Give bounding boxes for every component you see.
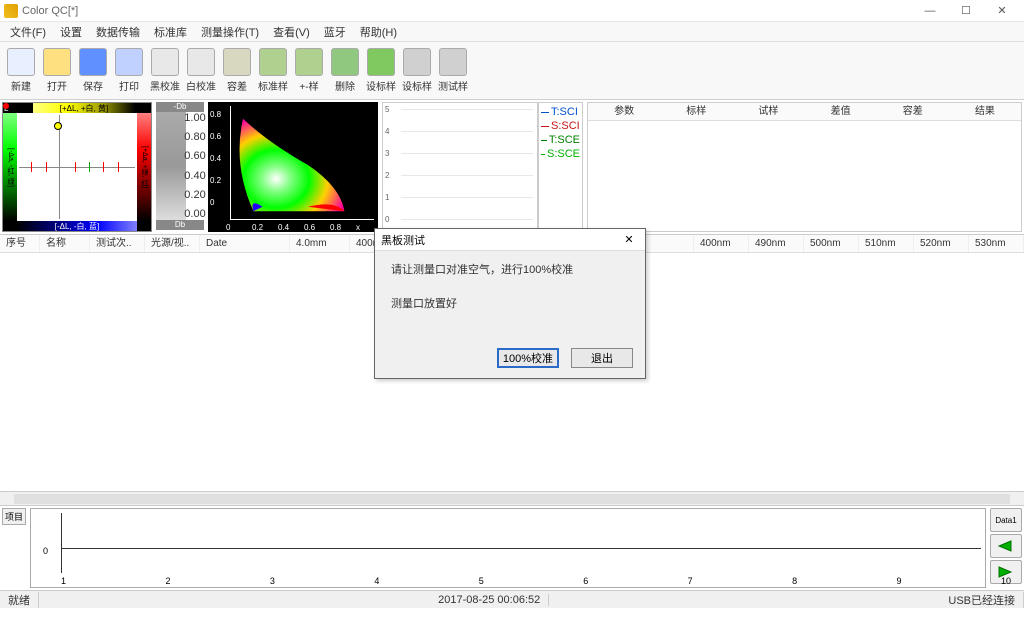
toolbtn-2[interactable]: 保存	[76, 44, 110, 98]
dialog-line1: 请让测量口对准空气，进行100%校准	[391, 261, 629, 277]
chart-tab[interactable]: 项目	[2, 508, 26, 525]
dialog-title: 黑板测试	[381, 232, 619, 248]
data-select-button[interactable]: Data1	[990, 508, 1022, 532]
tolerance-dot	[3, 103, 9, 109]
toolbtn-3[interactable]: 打印	[112, 44, 146, 98]
toolbtn-1[interactable]: 打开	[40, 44, 74, 98]
lab-color-panel: L[+ΔL, +白, 黄] [-Δa, -红, 绿] [+Δa, +绿, 红] …	[2, 102, 152, 232]
exit-button[interactable]: 退出	[571, 348, 633, 368]
status-connection: USB已经连接	[940, 592, 1024, 608]
toolbtn-12[interactable]: 测试样	[436, 44, 470, 98]
calibrate-button[interactable]: 100%校准	[497, 348, 559, 368]
window-title: Color QC[*]	[22, 5, 912, 17]
app-icon	[4, 4, 18, 18]
menu-help[interactable]: 帮助(H)	[354, 24, 403, 40]
toolbtn-5[interactable]: 白校准	[184, 44, 218, 98]
db-panel: -Db 1.000.800.600.400.200.00 Db	[156, 102, 204, 232]
calibration-dialog: 黑板测试 ✕ 请让测量口对准空气，进行100%校准 测量口放置好 100%校准 …	[374, 228, 646, 379]
titlebar: Color QC[*] — ☐ ✕	[0, 0, 1024, 22]
cie-diagram: 0.80.60.40.2000.20.40.60.8x	[208, 102, 378, 232]
menubar: 文件(F) 设置 数据传输 标准库 测量操作(T) 查看(V) 蓝牙 帮助(H)	[0, 22, 1024, 42]
close-button[interactable]: ✕	[984, 2, 1020, 20]
toolbtn-0[interactable]: 新建	[4, 44, 38, 98]
bottom-chart: 项目 0 12345678910 Data1	[0, 505, 1024, 590]
status-time: 2017-08-25 00:06:52	[430, 594, 549, 606]
horizontal-scrollbar[interactable]	[0, 491, 1024, 505]
menu-measure[interactable]: 测量操作(T)	[195, 24, 265, 40]
menu-stdlib[interactable]: 标准库	[148, 24, 193, 40]
toolbtn-4[interactable]: 黑校准	[148, 44, 182, 98]
menu-view[interactable]: 查看(V)	[267, 24, 316, 40]
spectrum-panel: 543210 T:SCIS:SCIT:SCES:SCE	[382, 102, 583, 232]
toolbtn-6[interactable]: 容差	[220, 44, 254, 98]
menu-settings[interactable]: 设置	[54, 24, 88, 40]
dialog-close-icon[interactable]: ✕	[619, 233, 639, 246]
menu-data[interactable]: 数据传输	[90, 24, 146, 40]
toolbtn-7[interactable]: 标准样	[256, 44, 290, 98]
toolbtn-8[interactable]: +-样	[292, 44, 326, 98]
prev-button[interactable]	[990, 534, 1022, 558]
menu-bluetooth[interactable]: 蓝牙	[318, 24, 352, 40]
toolbtn-11[interactable]: 设标样	[400, 44, 434, 98]
dialog-line2: 测量口放置好	[391, 295, 629, 311]
toolbtn-9[interactable]: 删除	[328, 44, 362, 98]
statusbar: 就绪 2017-08-25 00:06:52 USB已经连接	[0, 590, 1024, 608]
toolbar: 新建打开保存打印黑校准白校准容差标准样+-样删除设标样设标样测试样	[0, 42, 1024, 100]
menu-file[interactable]: 文件(F)	[4, 24, 52, 40]
params-panel: 参数标样试样差值容差结果	[587, 102, 1022, 232]
maximize-button[interactable]: ☐	[948, 2, 984, 20]
status-ready: 就绪	[0, 592, 39, 608]
toolbtn-10[interactable]: 设标样	[364, 44, 398, 98]
minimize-button[interactable]: —	[912, 2, 948, 20]
